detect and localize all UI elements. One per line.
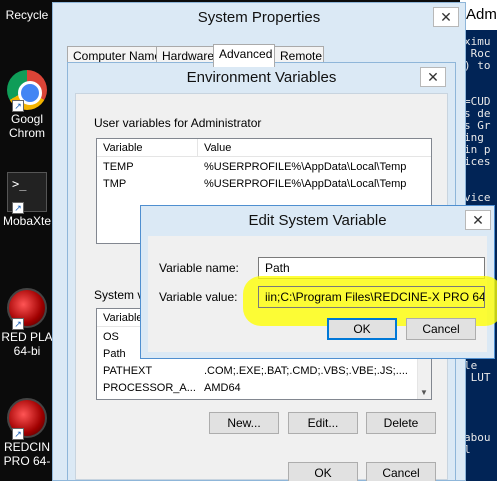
redcine-label-line2: PRO 64- — [3, 454, 51, 468]
recycle-bin-label: Recycle — [5, 8, 49, 22]
variable-name-label: Variable name: — [159, 261, 239, 275]
delete-button[interactable]: Delete — [366, 412, 436, 434]
system-properties-title: System Properties — [197, 9, 321, 26]
system-var-name: PATHEXT — [103, 365, 153, 377]
system-var-value: AMD64 — [204, 382, 241, 394]
table-row[interactable]: TEMP %USERPROFILE%\AppData\Local\Temp — [97, 159, 431, 176]
user-var-value: %USERPROFILE%\AppData\Local\Temp — [204, 161, 407, 173]
system-var-name: PROCESSOR_A... — [103, 382, 196, 394]
desktop-icon-mobaxterm[interactable]: >_ ↗ MobaXte — [0, 172, 54, 228]
column-header-variable[interactable]: Variable — [97, 139, 198, 157]
scroll-down-icon[interactable]: ▼ — [420, 388, 428, 397]
mobaxterm-label: MobaXte — [2, 214, 52, 228]
redcine-label-line1: REDCIN — [3, 440, 50, 454]
edit-cancel-button[interactable]: Cancel — [406, 318, 476, 340]
edit-system-variable-body: Variable name: Path Variable value: iin;… — [148, 236, 497, 352]
cancel-button[interactable]: Cancel — [366, 462, 436, 481]
desktop-icon-google-chrome[interactable]: ↗ Googl Chrom — [0, 70, 54, 140]
tab-advanced[interactable]: Advanced — [213, 44, 275, 67]
desktop-icon-red-player[interactable]: ↗ RED PLA 64-bi — [0, 288, 54, 358]
user-var-name: TMP — [103, 178, 127, 190]
edit-system-variable-title: Edit System Variable — [248, 212, 387, 229]
environment-variables-close-icon[interactable]: ✕ — [420, 67, 446, 87]
shortcut-arrow-icon: ↗ — [12, 202, 24, 214]
desktop-icon-recycle-bin[interactable]: Recycle — [0, 8, 54, 22]
system-properties-close-icon[interactable]: ✕ — [433, 7, 459, 27]
variable-value-label: Variable value: — [159, 290, 238, 304]
user-variables-header: Variable Value — [97, 139, 431, 157]
new-button[interactable]: New... — [209, 412, 279, 434]
user-var-name: TEMP — [103, 161, 134, 173]
edit-system-variable-close-icon[interactable]: ✕ — [465, 210, 491, 230]
table-row[interactable]: PATHEXT .COM;.EXE;.BAT;.CMD;.VBS;.VBE;.J… — [97, 363, 431, 380]
shortcut-arrow-icon: ↗ — [12, 318, 24, 330]
chrome-label-line1: Googl — [10, 112, 44, 126]
column-header-value[interactable]: Value — [198, 139, 431, 157]
red-player-label-line1: RED PLA — [1, 330, 53, 344]
edit-ok-button[interactable]: OK — [327, 318, 397, 340]
environment-variables-title: Environment Variables — [186, 69, 337, 86]
edit-button[interactable]: Edit... — [288, 412, 358, 434]
table-row[interactable]: TMP %USERPROFILE%\AppData\Local\Temp — [97, 176, 431, 193]
desktop-icon-redcine[interactable]: ↗ REDCIN PRO 64- — [0, 398, 54, 468]
system-var-value: .COM;.EXE;.BAT;.CMD;.VBS;.VBE;.JS;.... — [204, 365, 408, 377]
user-variables-label: User variables for Administrator — [94, 116, 262, 130]
table-row[interactable]: PROCESSOR_A... AMD64 — [97, 380, 431, 397]
chrome-label-line2: Chrom — [8, 126, 45, 140]
user-var-value: %USERPROFILE%\AppData\Local\Temp — [204, 178, 407, 190]
edit-system-variable-window: Edit System Variable ✕ Variable name: Pa… — [140, 205, 497, 359]
shortcut-arrow-icon: ↗ — [12, 428, 24, 440]
variable-value-field[interactable]: iin;C:\Program Files\REDCINE-X PRO 64-bi… — [258, 286, 485, 308]
ok-button[interactable]: OK — [288, 462, 358, 481]
shortcut-arrow-icon: ↗ — [12, 100, 24, 112]
red-player-label-line2: 64-bi — [13, 344, 41, 358]
